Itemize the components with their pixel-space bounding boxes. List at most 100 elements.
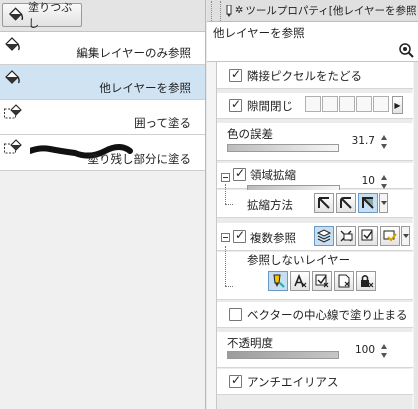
subtool-group-tab[interactable]: 塗りつぶし: [2, 1, 82, 30]
paper-layer-icon: [338, 274, 350, 288]
gap-level-2[interactable]: [322, 96, 338, 112]
subtool-item-fill-gaps[interactable]: 塗り残し部分に塗る: [0, 135, 205, 171]
bucket-icon: [8, 7, 24, 21]
antialiasing-checkbox[interactable]: [229, 373, 242, 388]
fill-tool-icon: [5, 37, 20, 51]
subtool-item-label: 塗り残し部分に塗る: [87, 152, 192, 166]
tab-tool-property[interactable]: ✲ ツールプロパティ[他レイヤーを参照: [221, 3, 417, 18]
scaling-method-dropdown[interactable]: [379, 193, 388, 213]
collapse-toggle[interactable]: [221, 173, 230, 182]
panel-grip-handle[interactable]: [211, 0, 221, 21]
fill-gaps-icon: [4, 139, 22, 154]
prop-row-multiple-ref: 複数参照: [217, 223, 413, 251]
antialiasing-label: アンチエイリアス: [247, 375, 339, 389]
tool-property-tabbar: ✲ ツールプロパティ[他レイヤーを参照: [207, 0, 418, 22]
close-gap-checkbox[interactable]: [229, 97, 242, 112]
selected-layer-button[interactable]: [358, 226, 378, 246]
property-list: 隣接ピクセルをたどる 隙間閉じ ▶ 色の誤差 31.7 領域拡縮: [216, 62, 413, 409]
gap-level-5[interactable]: [373, 96, 389, 112]
exclude-text-layer-button[interactable]: [290, 271, 310, 291]
exclude-edit-layer-button[interactable]: [312, 271, 332, 291]
ref-layer-button[interactable]: [336, 226, 356, 246]
tree-line: [225, 204, 233, 205]
subtool-group-label: 塗りつぶし: [28, 1, 73, 30]
ref-all-layers-button[interactable]: [314, 226, 334, 246]
tab-tool-property-label: ツールプロパティ[他レイヤーを参照: [245, 5, 417, 17]
pen-mini-icon: [226, 4, 232, 17]
opacity-value[interactable]: 100: [351, 344, 375, 356]
prop-row-color-margin: 色の誤差 31.7: [217, 123, 413, 161]
subtool-list-empty-area: [0, 171, 205, 409]
exclude-draft-layer-button[interactable]: [268, 271, 288, 291]
gap-level-3[interactable]: [339, 96, 355, 112]
prop-row-area-scaling: 領域拡縮 10: [217, 163, 413, 192]
prop-row-vector-center: ベクターの中心線で塗り止まる: [217, 302, 413, 328]
gap-dropdown-button[interactable]: ▶: [392, 96, 403, 114]
text-a-icon: [294, 273, 307, 288]
multiple-ref-label: 複数参照: [250, 231, 296, 245]
layers-stack-icon: [316, 229, 332, 243]
corner-arrow-round-icon: [340, 197, 352, 209]
pencil-draft-icon: [273, 274, 285, 288]
area-scaling-label: 領域拡縮: [250, 168, 296, 182]
layer-check-icon: [361, 229, 373, 241]
vector-center-label: ベクターの中心線で塗り止まる: [247, 308, 408, 322]
scaling-method-round-button[interactable]: [336, 193, 356, 213]
opacity-spinner[interactable]: [380, 343, 389, 359]
prop-row-scaling-method: 拡縮方法: [217, 184, 413, 218]
multiple-ref-dropdown[interactable]: [401, 226, 410, 246]
adjacent-pixel-checkbox[interactable]: [229, 67, 242, 82]
subtool-item-label: 囲って塗る: [134, 116, 191, 130]
area-scaling-value[interactable]: 10: [351, 175, 375, 187]
lasso-fill-icon: [4, 104, 22, 119]
opacity-label: 不透明度: [227, 336, 273, 350]
subtool-item-enclose-and-fill[interactable]: 囲って塗る: [0, 100, 205, 135]
subtool-name: 他レイヤーを参照: [213, 26, 305, 40]
color-margin-label: 色の誤差: [227, 127, 273, 141]
subtool-item-label: 編集レイヤーのみ参照: [76, 46, 191, 60]
chevron-right-icon: ▶: [394, 100, 401, 110]
prop-row-antialiasing: アンチエイリアス: [217, 369, 413, 395]
area-scaling-checkbox[interactable]: [233, 166, 246, 181]
subtool-item-edit-layer-only[interactable]: 編集レイヤーのみ参照: [0, 32, 205, 65]
collapse-toggle[interactable]: [221, 233, 230, 242]
folder-layer-button[interactable]: [380, 226, 400, 246]
color-margin-spinner[interactable]: [380, 134, 389, 150]
prop-row-exclude-layers: 参照しないレイヤー: [217, 246, 413, 300]
property-scrollbar[interactable]: [414, 62, 418, 409]
subtool-name-area: 他レイヤーを参照: [207, 22, 418, 62]
prop-row-adjacent-pixel: 隣接ピクセルをたどる: [217, 62, 413, 89]
subtool-detail-icon[interactable]: [398, 42, 414, 58]
tool-property-panel: ✲ ツールプロパティ[他レイヤーを参照 他レイヤーを参照 隣接ピクセルをたどる …: [207, 0, 418, 409]
scaling-method-label: 拡縮方法: [247, 198, 293, 212]
subtool-item-label: 他レイヤーを参照: [99, 81, 191, 95]
scaling-method-darkest-button[interactable]: [358, 193, 378, 213]
multiple-ref-checkbox[interactable]: [233, 228, 246, 243]
corner-arrow-darkest-icon: [362, 197, 374, 209]
gear-icon: ✲: [235, 5, 244, 16]
gap-level-1[interactable]: [305, 96, 321, 112]
subtool-group-header: 塗りつぶし: [0, 0, 205, 32]
corner-arrow-square-icon: [318, 197, 330, 209]
close-gap-label: 隙間閉じ: [247, 99, 293, 113]
color-margin-slider[interactable]: [227, 144, 339, 152]
fill-tool-icon: [5, 70, 20, 84]
layer-check-x-icon: [315, 274, 329, 288]
subtool-item-refer-other-layers[interactable]: 他レイヤーを参照: [0, 65, 205, 100]
prop-row-opacity: 不透明度 100: [217, 332, 413, 368]
area-scaling-spinner[interactable]: [380, 174, 389, 190]
exclude-locked-layer-button[interactable]: [356, 271, 376, 291]
gap-level-4[interactable]: [356, 96, 372, 112]
tree-line: [225, 246, 226, 286]
adjacent-pixel-label: 隣接ピクセルをたどる: [247, 69, 362, 83]
exclude-paper-layer-button[interactable]: [334, 271, 354, 291]
ref-layer-icon: [340, 230, 353, 242]
color-margin-value[interactable]: 31.7: [351, 135, 375, 147]
subtool-panel: 塗りつぶし 編集レイヤーのみ参照 他レイヤーを参照 囲って塗る 塗り残し部分に塗…: [0, 0, 206, 409]
vector-center-checkbox[interactable]: [229, 308, 242, 321]
exclude-layers-label: 参照しないレイヤー: [247, 253, 351, 267]
scaling-method-square-button[interactable]: [314, 193, 334, 213]
lock-icon: [361, 275, 374, 288]
tree-line: [225, 286, 233, 287]
opacity-slider[interactable]: [227, 351, 339, 359]
